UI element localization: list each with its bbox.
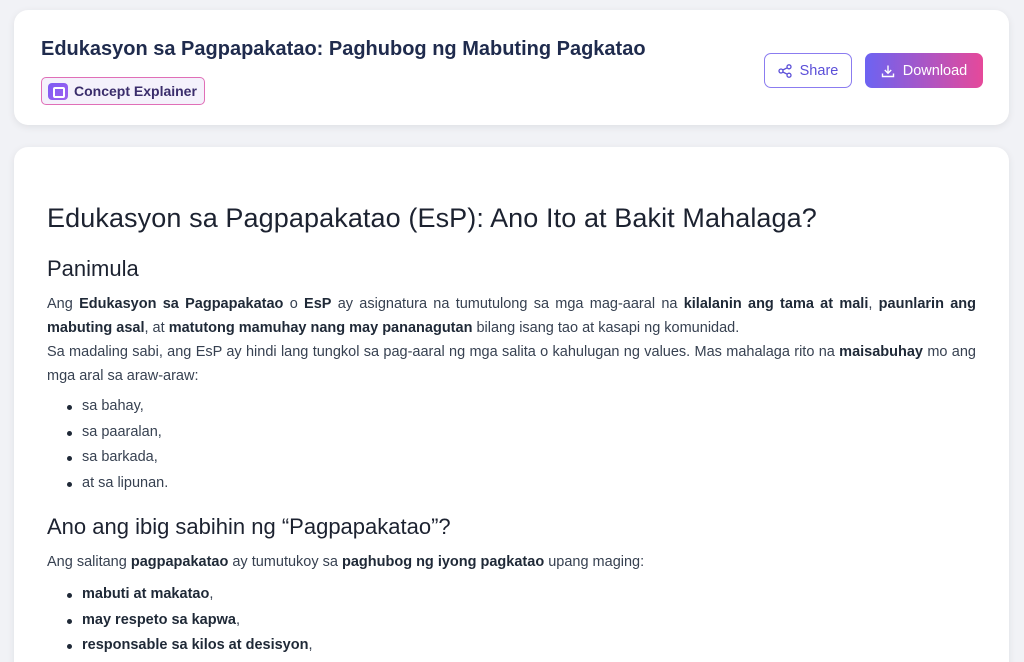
list-item: sa paaralan, — [47, 420, 976, 446]
meaning-paragraph: Ang salitang pagpapakatao ay tumutukoy s… — [47, 554, 645, 570]
concept-explainer-badge: Concept Explainer — [41, 77, 205, 105]
list-item: at sa lipunan. — [47, 471, 976, 497]
list-item: mabuti at makatao, — [47, 582, 976, 608]
share-label: Share — [799, 62, 839, 79]
article: Edukasyon sa Pagpapakatao (EsP): Ano Ito… — [47, 200, 976, 659]
content-card: Edukasyon sa Pagpapakatao (EsP): Ano Ito… — [14, 147, 1009, 662]
list-item: may respeto sa kapwa, — [47, 608, 976, 634]
badge-label: Concept Explainer — [74, 83, 197, 99]
header-card: Edukasyon sa Pagpapakatao: Paghubog ng M… — [14, 10, 1009, 125]
list-item: sa bahay, — [47, 394, 976, 420]
intro-paragraph-2: Sa madaling sabi, ang EsP ay hindi lang … — [47, 344, 976, 384]
list-item: sa barkada, — [47, 445, 976, 471]
page-title: Edukasyon sa Pagpapakatao: Paghubog ng M… — [41, 38, 646, 60]
share-icon — [777, 63, 792, 78]
download-label: Download — [902, 62, 968, 79]
intro-heading: Panimula — [47, 256, 139, 281]
share-button[interactable]: Share — [764, 53, 852, 88]
intro-paragraph: Ang Edukasyon sa Pagpapakatao o EsP ay a… — [47, 296, 976, 336]
traits-list: mabuti at makatao, may respeto sa kapwa, r… — [47, 582, 976, 659]
meaning-heading: Ano ang ibig sabihin ng “Pagpapakatao”? — [47, 514, 451, 539]
places-list: sa bahay, sa paaralan, sa barkada, at sa li… — [47, 394, 976, 496]
download-button[interactable]: Download — [865, 53, 983, 88]
list-item: responsable sa kilos at desisyon, — [47, 633, 976, 659]
presentation-icon — [48, 82, 68, 100]
article-title: Edukasyon sa Pagpapakatao (EsP): Ano Ito… — [47, 203, 817, 233]
download-icon — [881, 65, 894, 77]
